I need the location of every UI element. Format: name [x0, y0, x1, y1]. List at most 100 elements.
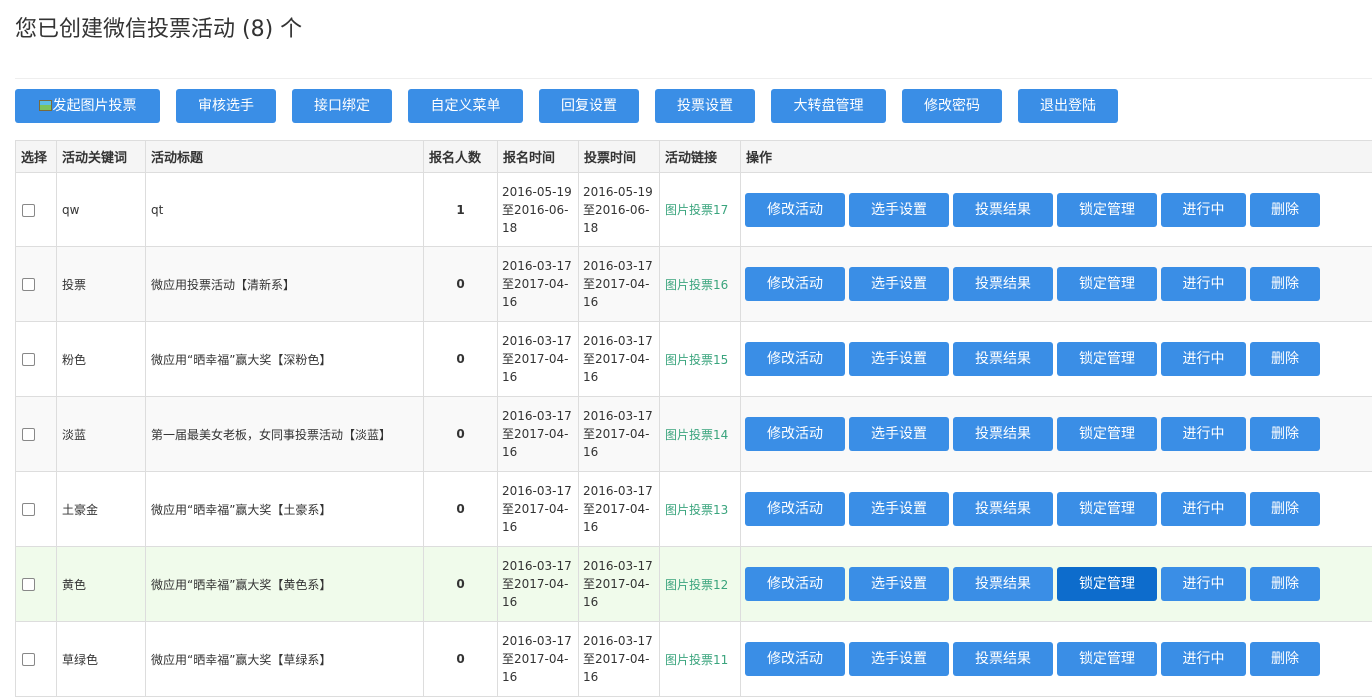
lock-management-button[interactable]: 锁定管理 — [1057, 417, 1157, 451]
in-progress-button[interactable]: 进行中 — [1161, 267, 1246, 301]
count-cell: 0 — [423, 546, 498, 622]
lock-management-button[interactable]: 锁定管理 — [1057, 342, 1157, 376]
edit-activity-button[interactable]: 修改活动 — [745, 267, 845, 301]
activity-link[interactable]: 图片投票12 — [665, 578, 728, 592]
col-header-select: 选择 — [15, 140, 57, 173]
lucky-wheel-button[interactable]: 大转盘管理 — [771, 89, 886, 123]
row-checkbox[interactable] — [22, 578, 35, 591]
edit-activity-button[interactable]: 修改活动 — [745, 417, 845, 451]
keyword-cell: 投票 — [56, 246, 146, 322]
start-image-vote-label: 发起图片投票 — [52, 98, 137, 114]
in-progress-button[interactable]: 进行中 — [1161, 342, 1246, 376]
delete-button[interactable]: 删除 — [1250, 192, 1320, 227]
signup-time-cell: 2016-03-17至2017-04-16 — [497, 246, 579, 322]
lock-management-button[interactable]: 锁定管理 — [1057, 267, 1157, 301]
keyword-cell: 草绿色 — [56, 621, 146, 697]
activity-link[interactable]: 图片投票17 — [665, 203, 728, 217]
contestant-settings-button[interactable]: 选手设置 — [849, 192, 949, 227]
contestant-settings-button[interactable]: 选手设置 — [849, 567, 949, 601]
edit-activity-button[interactable]: 修改活动 — [745, 342, 845, 376]
page-title: 您已创建微信投票活动 (8) 个 — [15, 17, 303, 42]
signup-time-cell: 2016-03-17至2017-04-16 — [497, 546, 579, 622]
delete-button[interactable]: 删除 — [1250, 417, 1320, 451]
link-cell: 图片投票12 — [659, 546, 741, 622]
signup-time-cell: 2016-03-17至2017-04-16 — [497, 396, 579, 472]
vote-time-cell: 2016-03-17至2017-04-16 — [578, 471, 660, 547]
reply-settings-button[interactable]: 回复设置 — [539, 89, 639, 123]
title-cell: 微应用“晒幸福”赢大奖【黄色系】 — [145, 546, 424, 622]
table-row: 草绿色 微应用“晒幸福”赢大奖【草绿系】 0 2016-03-17至2017-0… — [15, 621, 1372, 697]
edit-activity-button[interactable]: 修改活动 — [745, 192, 845, 227]
table-row: qw qt 1 2016-05-19至2016-06-18 2016-05-19… — [15, 172, 1372, 247]
count-cell: 0 — [423, 396, 498, 472]
link-cell: 图片投票15 — [659, 321, 741, 397]
vote-results-button[interactable]: 投票结果 — [953, 267, 1053, 301]
logout-button[interactable]: 退出登陆 — [1018, 89, 1118, 123]
delete-button[interactable]: 删除 — [1250, 342, 1320, 376]
lock-management-button[interactable]: 锁定管理 — [1057, 192, 1157, 227]
lock-management-button[interactable]: 锁定管理 — [1057, 492, 1157, 526]
title-cell: qt — [145, 172, 424, 247]
activity-table: 选择 活动关键词 活动标题 报名人数 报名时间 投票时间 活动链接 操作 qw … — [15, 140, 1372, 697]
actions-cell: 修改活动 选手设置 投票结果 锁定管理 进行中 删除 — [740, 471, 1372, 547]
vote-results-button[interactable]: 投票结果 — [953, 642, 1053, 676]
row-checkbox[interactable] — [22, 653, 35, 666]
activity-link[interactable]: 图片投票16 — [665, 278, 728, 292]
col-header-signup-time: 报名时间 — [497, 140, 579, 173]
contestant-settings-button[interactable]: 选手设置 — [849, 492, 949, 526]
delete-button[interactable]: 删除 — [1250, 642, 1320, 676]
edit-activity-button[interactable]: 修改活动 — [745, 567, 845, 601]
vote-settings-button[interactable]: 投票设置 — [655, 89, 755, 123]
in-progress-button[interactable]: 进行中 — [1161, 192, 1246, 227]
vote-results-button[interactable]: 投票结果 — [953, 492, 1053, 526]
row-checkbox[interactable] — [22, 278, 35, 291]
row-checkbox[interactable] — [22, 203, 35, 217]
activity-link[interactable]: 图片投票14 — [665, 428, 728, 442]
edit-activity-button[interactable]: 修改活动 — [745, 492, 845, 526]
row-checkbox[interactable] — [22, 428, 35, 441]
activity-link[interactable]: 图片投票11 — [665, 653, 728, 667]
activity-link[interactable]: 图片投票13 — [665, 503, 728, 517]
contestant-settings-button[interactable]: 选手设置 — [849, 267, 949, 301]
select-cell — [15, 621, 57, 697]
keyword-cell: 淡蓝 — [56, 396, 146, 472]
custom-menu-button[interactable]: 自定义菜单 — [408, 89, 523, 123]
start-image-vote-button[interactable]: 发起图片投票 — [15, 89, 160, 123]
activity-link[interactable]: 图片投票15 — [665, 353, 728, 367]
contestant-settings-button[interactable]: 选手设置 — [849, 417, 949, 451]
lock-management-button[interactable]: 锁定管理 — [1057, 642, 1157, 676]
table-row: 黄色 微应用“晒幸福”赢大奖【黄色系】 0 2016-03-17至2017-04… — [15, 546, 1372, 622]
count-cell: 1 — [423, 172, 498, 247]
count-cell: 0 — [423, 621, 498, 697]
in-progress-button[interactable]: 进行中 — [1161, 642, 1246, 676]
vote-time-cell: 2016-03-17至2017-04-16 — [578, 246, 660, 322]
edit-activity-button[interactable]: 修改活动 — [745, 642, 845, 676]
row-checkbox[interactable] — [22, 353, 35, 366]
contestant-settings-button[interactable]: 选手设置 — [849, 342, 949, 376]
review-contestants-button[interactable]: 审核选手 — [176, 89, 276, 123]
in-progress-button[interactable]: 进行中 — [1161, 567, 1246, 601]
delete-button[interactable]: 删除 — [1250, 492, 1320, 526]
row-checkbox[interactable] — [22, 503, 35, 516]
vote-results-button[interactable]: 投票结果 — [953, 342, 1053, 376]
signup-time-cell: 2016-03-17至2017-04-16 — [497, 621, 579, 697]
in-progress-button[interactable]: 进行中 — [1161, 417, 1246, 451]
vote-results-button[interactable]: 投票结果 — [953, 417, 1053, 451]
change-password-button[interactable]: 修改密码 — [902, 89, 1002, 123]
link-cell: 图片投票13 — [659, 471, 741, 547]
actions-cell: 修改活动 选手设置 投票结果 锁定管理 进行中 删除 — [740, 621, 1372, 697]
vote-results-button[interactable]: 投票结果 — [953, 567, 1053, 601]
in-progress-button[interactable]: 进行中 — [1161, 492, 1246, 526]
vote-results-button[interactable]: 投票结果 — [953, 192, 1053, 227]
count-cell: 0 — [423, 321, 498, 397]
delete-button[interactable]: 删除 — [1250, 567, 1320, 601]
count-cell: 0 — [423, 246, 498, 322]
contestant-settings-button[interactable]: 选手设置 — [849, 642, 949, 676]
select-cell — [15, 471, 57, 547]
count-cell: 0 — [423, 471, 498, 547]
lock-management-button[interactable]: 锁定管理 — [1057, 567, 1157, 601]
delete-button[interactable]: 删除 — [1250, 267, 1320, 301]
link-cell: 图片投票17 — [659, 172, 741, 247]
actions-cell: 修改活动 选手设置 投票结果 锁定管理 进行中 删除 — [740, 396, 1372, 472]
interface-binding-button[interactable]: 接口绑定 — [292, 89, 392, 123]
